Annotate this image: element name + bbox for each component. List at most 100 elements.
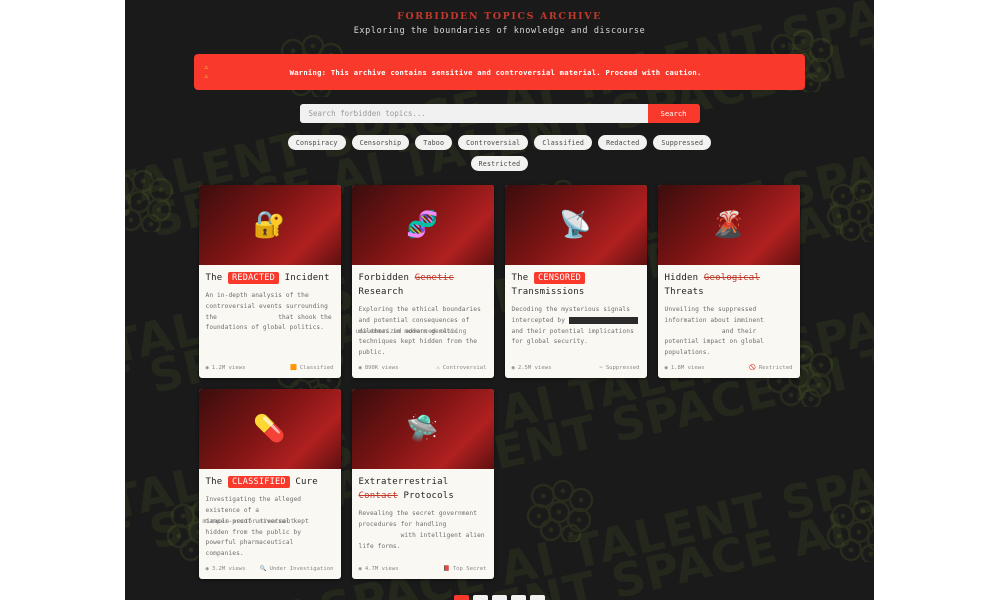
brain-logo-icon xyxy=(825,499,874,565)
topic-card[interactable]: 📡 The CENSORED Transmissions Decoding the … xyxy=(504,185,647,379)
view-count-label: 4.7M views xyxy=(364,566,399,573)
card-body: The REDACTED Incident An in-depth analysi… xyxy=(199,265,341,359)
redaction-bar: deep space arrays xyxy=(568,316,638,324)
topic-card[interactable]: 🛸 Extraterrestrial Contact Protocols Revea… xyxy=(351,389,494,580)
pagination-page-1[interactable]: 1 xyxy=(454,595,469,600)
eye-icon: ◉ xyxy=(511,365,515,372)
card-title: The CENSORED Transmissions xyxy=(512,272,640,300)
pagination-page-3[interactable]: 3 xyxy=(492,595,507,600)
card-title-prefix: Forbidden xyxy=(358,273,410,283)
card-title-suffix: Incident xyxy=(284,273,330,283)
card-description: Investigating the alleged existence of a… xyxy=(203,495,334,560)
card-description: An in-depth analysis of the controversia… xyxy=(206,291,334,334)
no-entry-icon: 🚫 xyxy=(748,365,756,372)
card-footer: ◉ 1.8M views 🚫 Restricted xyxy=(658,359,800,378)
view-count-label: 1.2M views xyxy=(211,365,246,372)
tag-filter-controversial[interactable]: Controversial xyxy=(458,135,529,150)
status-badge: 🟧 Classified xyxy=(290,365,334,371)
card-image: 🛸 xyxy=(351,389,494,470)
card-body: Forbidden Genetic Research Exploring the … xyxy=(352,265,494,359)
pagination-page-5[interactable]: 5 xyxy=(530,595,545,600)
search-button[interactable]: Search xyxy=(647,104,700,123)
flying-saucer-icon: 🛸 xyxy=(406,414,439,445)
warning-triangle-icon: ⚠ xyxy=(436,365,440,372)
pagination-page-4[interactable]: 4 xyxy=(511,595,526,600)
brain-logo-icon xyxy=(125,169,179,235)
volcano-icon: 🌋 xyxy=(712,210,745,240)
eye-icon: ◉ xyxy=(205,365,209,372)
status-badge-label: Top Secret xyxy=(452,566,487,573)
card-description: Unveiling the suppressed information abo… xyxy=(665,305,793,359)
card-title-prefix: Extraterrestrial xyxy=(358,477,449,488)
card-footer: ◉ 3.2M views 🔍 Under Investigation xyxy=(199,560,341,579)
card-title-suffix: Research xyxy=(358,286,404,297)
card-title-prefix: The xyxy=(205,477,223,488)
card-title-prefix: The xyxy=(511,273,529,283)
card-image: 🔐 xyxy=(198,185,341,265)
topic-card[interactable]: 🔐 The REDACTED Incident An in-depth analys… xyxy=(198,185,341,379)
locked-with-key-icon: 🔐 xyxy=(253,210,286,240)
closed-book-icon: 📕 xyxy=(442,566,450,573)
warning-banner: ⚠ ⚠ Warning: This archive contains sensi… xyxy=(194,54,805,90)
card-description: Exploring the ethical boundaries and pot… xyxy=(356,305,487,359)
status-badge: ⚠ Controversial xyxy=(436,365,486,371)
card-body: Hidden Geological Threats Unveiling the s… xyxy=(658,265,800,359)
page-header: FORBIDDEN TOPICS ARCHIVE Exploring the b… xyxy=(125,0,874,42)
card-image: 🌋 xyxy=(657,185,800,265)
card-description-part-b: and their potential implications for glo… xyxy=(511,327,634,346)
eye-icon: ◉ xyxy=(664,365,668,372)
eye-icon: ◉ xyxy=(205,566,209,573)
topic-card[interactable]: 🧬 Forbidden Genetic Research Exploring the… xyxy=(351,185,494,379)
card-title-prefix: The xyxy=(205,273,223,283)
card-title-suffix: Protocols xyxy=(403,491,455,502)
card-title-censored-word: CLASSIFIED xyxy=(227,476,290,489)
card-title-suffix: Transmissions xyxy=(511,286,585,297)
card-title: Forbidden Genetic Research xyxy=(359,272,487,300)
card-description: Decoding the mysterious signals intercep… xyxy=(512,305,640,348)
topic-card[interactable]: 💊 The CLASSIFIED Cure Investigating the al… xyxy=(198,389,341,580)
view-count-label: 1.8M views xyxy=(670,365,705,372)
search-input[interactable] xyxy=(299,104,648,123)
tag-filter-restricted[interactable]: Restricted xyxy=(470,156,529,171)
status-badge-label: Controversial xyxy=(442,365,487,372)
tag-filter-taboo[interactable]: Taboo xyxy=(415,135,453,150)
card-footer: ◉ 1.2M views 🟧 Classified xyxy=(199,359,341,378)
card-title-suffix: Cure xyxy=(295,477,318,488)
eye-icon: ◉ xyxy=(358,365,362,372)
tag-filter-censorship[interactable]: Censorship xyxy=(351,135,410,150)
card-title: The CLASSIFIED Cure xyxy=(206,476,334,490)
hidden-text: seismic events xyxy=(665,328,719,335)
card-title-suffix: Threats xyxy=(664,286,704,297)
card-title-prefix: Hidden xyxy=(664,273,699,283)
tag-filter-suppressed[interactable]: Suppressed xyxy=(653,135,712,150)
card-title-censored-word: REDACTED xyxy=(227,272,279,284)
card-title-censored-word: CENSORED xyxy=(533,272,585,284)
view-count-label: 890K views xyxy=(364,365,399,372)
card-title: Extraterrestrial Contact Protocols xyxy=(359,476,487,504)
eye-icon: ◉ xyxy=(358,566,362,573)
tag-filter-conspiracy[interactable]: Conspiracy xyxy=(287,135,346,150)
satellite-antenna-icon: 📡 xyxy=(559,210,592,240)
view-count-label: 3.2M views xyxy=(211,566,246,573)
card-body: The CLASSIFIED Cure Investigating the all… xyxy=(199,469,341,560)
glitched-text: tamper-proof universal miracle vector tre… xyxy=(203,517,295,528)
tag-filter-redacted[interactable]: Redacted xyxy=(598,135,648,150)
glitched-text: dilemmas in modern genetic unauthorized a… xyxy=(356,327,467,338)
magnifying-glass-icon: 🔍 xyxy=(259,566,267,573)
tag-filter-classified[interactable]: Classified xyxy=(534,135,593,150)
view-count: ◉ 3.2M views xyxy=(206,566,246,572)
status-badge: 🔍 Under Investigation xyxy=(260,566,334,572)
card-description-part-a: Unveiling the suppressed information abo… xyxy=(664,305,764,324)
brain-logo-icon xyxy=(825,179,874,245)
dna-icon: 🧬 xyxy=(406,210,439,240)
warning-text: Warning: This archive contains sensitive… xyxy=(289,67,702,77)
search-bar: Search xyxy=(299,104,700,123)
card-title-censored-word: Genetic xyxy=(414,273,455,283)
card-title-censored-word: Contact xyxy=(358,491,398,502)
page-title: FORBIDDEN TOPICS ARCHIVE xyxy=(396,11,603,22)
card-footer: ◉ 2.5M views ✂ Suppressed xyxy=(505,359,647,378)
pagination-page-2[interactable]: 2 xyxy=(473,595,488,600)
glitched-text-layer-2: unauthorized advanced cloning xyxy=(355,327,467,335)
card-title-censored-word: Geological xyxy=(703,273,761,283)
topic-card[interactable]: 🌋 Hidden Geological Threats Unveiling the … xyxy=(657,185,800,379)
